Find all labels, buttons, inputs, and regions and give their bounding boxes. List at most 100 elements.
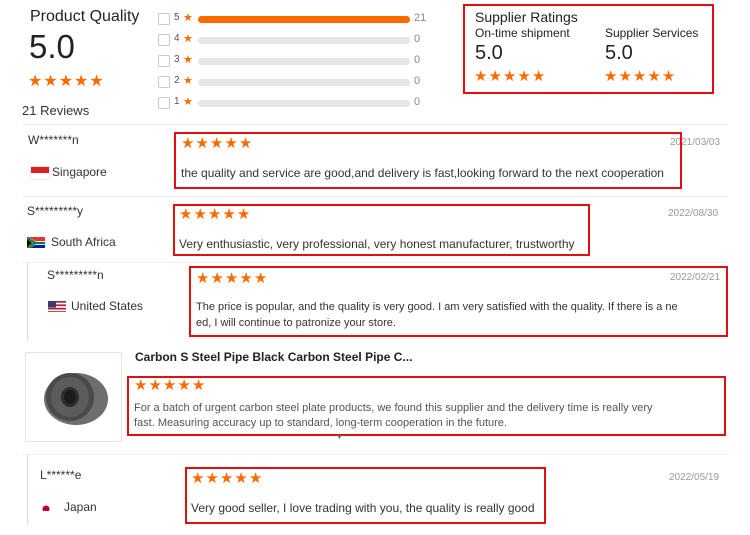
star-icon: ★	[183, 75, 193, 87]
review-text: the quality and service are good,and del…	[181, 166, 664, 180]
product-title-link[interactable]: Carbon S Steel Pipe Black Carbon Steel P…	[135, 350, 412, 364]
product-quality-title: Product Quality	[30, 8, 140, 25]
star-icon: ★	[234, 470, 248, 487]
ontime-shipment-stars: ★ ★ ★ ★ ★	[474, 69, 545, 84]
star-icon: ★	[224, 270, 239, 287]
rating-count: 0	[414, 75, 421, 87]
star-level: 1	[174, 96, 180, 107]
divider	[27, 455, 28, 525]
reviewer-name: L******e	[40, 468, 82, 482]
star-icon: ★	[191, 377, 206, 394]
review-text: fast. Measuring accuracy up to standard,…	[134, 417, 507, 429]
review-stars: ★ ★ ★ ★ ★	[179, 207, 250, 222]
star-icon: ★	[236, 206, 251, 223]
supplier-services-label: Supplier Services	[605, 26, 699, 40]
rating-bar	[198, 79, 410, 86]
star-icon: ★	[193, 206, 207, 223]
review-count: 21 Reviews	[22, 103, 90, 118]
review-text: For a batch of urgent carbon steel plate…	[134, 402, 653, 414]
divider	[22, 454, 728, 455]
ontime-shipment-label: On-time shipment	[475, 26, 570, 40]
rating-bar	[198, 100, 410, 107]
flag-south-africa-icon	[27, 236, 45, 248]
star-icon: ★	[207, 206, 222, 223]
star-icon: ★	[209, 135, 224, 152]
steel-coil-image	[44, 373, 108, 425]
star-icon: ★	[183, 54, 193, 66]
product-quality-stars: ★ ★ ★ ★ ★	[28, 74, 104, 90]
star-level: 3	[174, 54, 180, 65]
star-icon: ★	[238, 135, 253, 152]
flag-japan-icon	[41, 501, 51, 511]
flag-united-states-icon	[48, 300, 66, 312]
supplier-services-score: 5.0	[605, 42, 633, 64]
product-quality-score: 5.0	[29, 28, 75, 65]
star-icon: ★	[134, 377, 148, 394]
checkbox[interactable]	[158, 97, 170, 109]
rating-filter-5[interactable]: 5 ★ 21	[158, 12, 428, 26]
star-icon: ★	[183, 33, 193, 45]
rating-count: 0	[414, 54, 421, 66]
rating-filter-3[interactable]: 3 ★ 0	[158, 54, 428, 68]
reviewer-name: S*********n	[47, 268, 104, 282]
reviewer-country: United States	[71, 299, 144, 313]
rating-count: 21	[414, 12, 427, 24]
product-thumbnail[interactable]	[25, 352, 122, 442]
checkbox[interactable]	[158, 76, 170, 88]
review-text: ed, I will continue to patronize your st…	[196, 317, 396, 329]
checkbox[interactable]	[158, 13, 170, 25]
star-icon: ★	[205, 470, 219, 487]
flag-singapore-icon	[30, 166, 50, 180]
star-icon: ★	[239, 270, 253, 287]
rating-filter-2[interactable]: 2 ★ 0	[158, 75, 428, 89]
star-icon: ★	[28, 73, 43, 90]
caret-down-icon[interactable]: ▼	[336, 434, 343, 441]
star-icon: ★	[248, 470, 263, 487]
review-stars: ★ ★ ★ ★ ★	[196, 271, 267, 286]
star-icon: ★	[89, 73, 104, 90]
star-icon: ★	[488, 68, 502, 85]
star-icon: ★	[179, 206, 193, 223]
star-icon: ★	[222, 206, 236, 223]
rating-bar	[198, 58, 410, 65]
divider	[27, 263, 28, 341]
rating-count: 0	[414, 96, 421, 108]
star-icon: ★	[181, 135, 195, 152]
star-icon: ★	[177, 377, 191, 394]
divider	[22, 262, 728, 263]
rating-bar	[198, 37, 410, 44]
reviewer-name: W*******n	[28, 133, 79, 147]
review-stars: ★ ★ ★ ★ ★	[191, 471, 262, 486]
reviewer-name: S*********y	[27, 204, 84, 218]
star-icon: ★	[162, 377, 177, 394]
supplier-ratings-title: Supplier Ratings	[475, 9, 578, 25]
star-icon: ★	[253, 270, 268, 287]
star-icon: ★	[210, 270, 224, 287]
review-text: Very good seller, I love trading with yo…	[191, 501, 535, 515]
review-date: 2022/05/19	[669, 472, 720, 483]
star-icon: ★	[43, 73, 58, 90]
divider	[22, 124, 728, 125]
star-level: 2	[174, 75, 180, 86]
star-icon: ★	[183, 96, 193, 108]
star-level: 4	[174, 33, 180, 44]
supplier-services-stars: ★ ★ ★ ★ ★	[604, 69, 675, 84]
rating-count: 0	[414, 33, 421, 45]
checkbox[interactable]	[158, 34, 170, 46]
star-icon: ★	[618, 68, 632, 85]
star-icon: ★	[224, 135, 238, 152]
reviewer-country: Singapore	[52, 165, 107, 179]
star-icon: ★	[196, 270, 210, 287]
star-level: 5	[174, 12, 180, 23]
checkbox[interactable]	[158, 55, 170, 67]
review-stars: ★ ★ ★ ★ ★	[181, 136, 252, 151]
star-icon: ★	[74, 73, 89, 90]
star-icon: ★	[661, 68, 676, 85]
rating-filter-1[interactable]: 1 ★ 0	[158, 96, 428, 110]
star-icon: ★	[183, 12, 193, 24]
rating-bar	[198, 16, 410, 23]
divider	[22, 196, 728, 197]
ontime-shipment-score: 5.0	[475, 42, 503, 64]
star-icon: ★	[474, 68, 488, 85]
rating-filter-4[interactable]: 4 ★ 0	[158, 33, 428, 47]
